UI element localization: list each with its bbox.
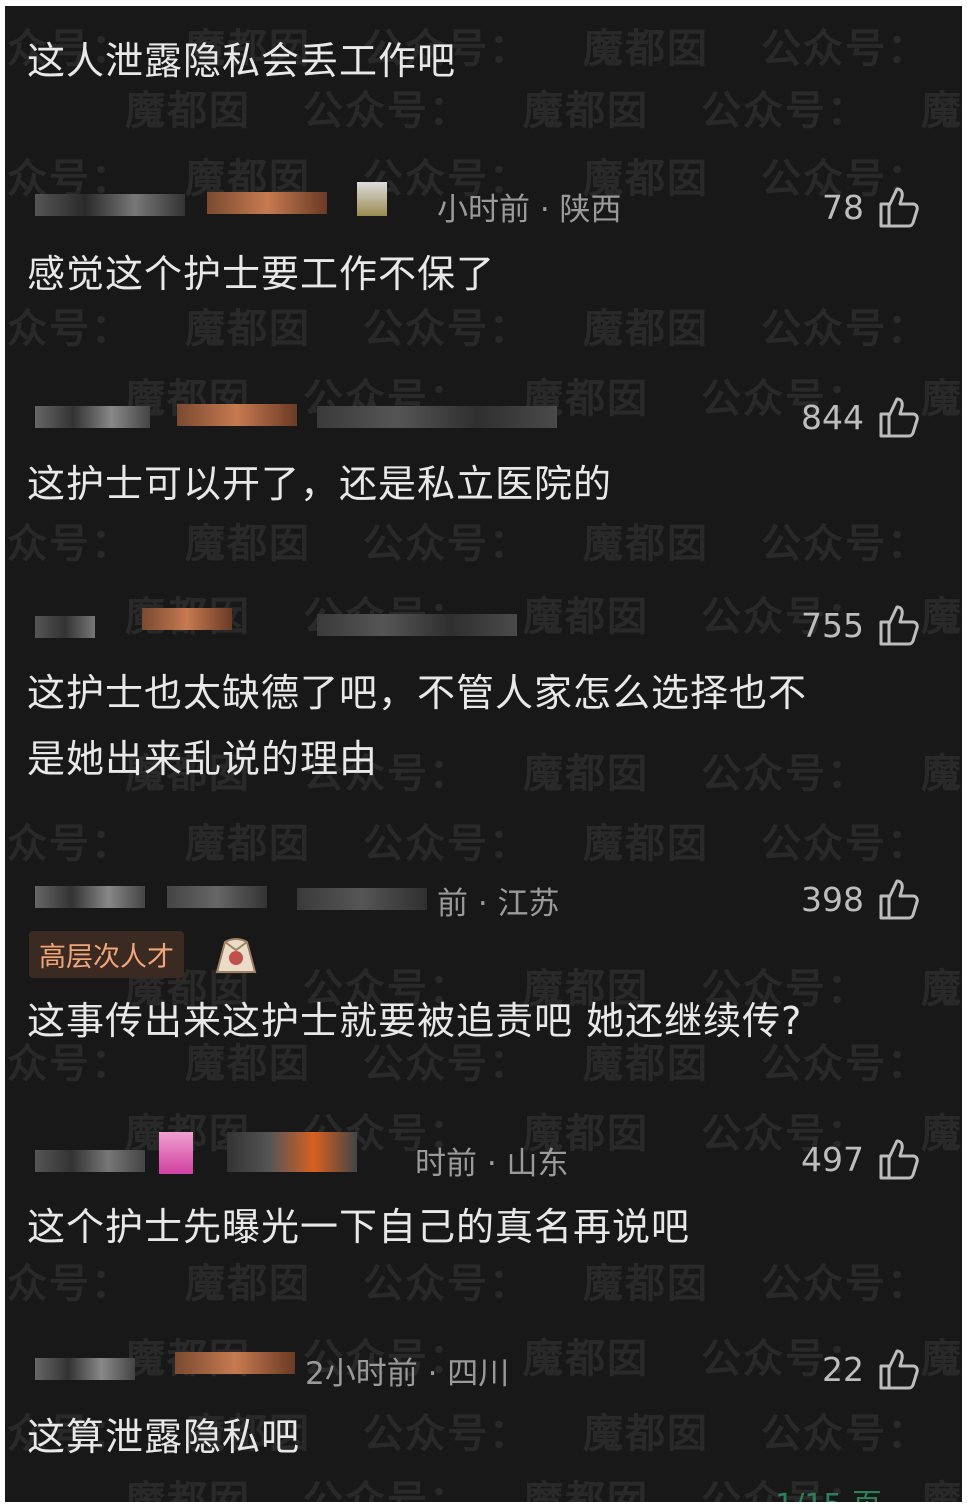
like-button[interactable]: 398 [801, 874, 920, 924]
like-button[interactable]: 22 [822, 1344, 920, 1394]
comment-meta: 前 · 江苏 [27, 872, 727, 922]
comment-meta: 小时前 · 陕西 [27, 178, 727, 228]
comment-time-location: 时前 · 山东 [415, 1146, 569, 1182]
watermark-row: 公众号：魔都囡公众号：魔都囡公众号： [5, 821, 929, 867]
comment-text-line: 是她出来乱说的理由 [27, 737, 379, 781]
blurred-username [35, 406, 150, 428]
blurred-badge [167, 886, 267, 908]
comment-text: 感觉这个护士要工作不保了 [27, 252, 496, 296]
blurred-username [35, 1358, 135, 1380]
like-count: 755 [801, 605, 864, 645]
thumbs-up-icon [878, 603, 920, 647]
comment-text: 这人泄露隐私会丢工作吧 [27, 39, 457, 83]
like-button[interactable]: 78 [822, 182, 920, 232]
blurred-avatar [159, 1132, 193, 1174]
blurred-avatar [357, 182, 387, 216]
user-title-badge: 高层次人才 [29, 931, 184, 978]
blurred-username [35, 886, 145, 908]
like-count: 398 [801, 879, 864, 919]
blurred-badge [207, 192, 327, 214]
comment-time-location: 小时前 · 陕西 [437, 192, 622, 228]
comment-meta [27, 600, 727, 650]
comment-time-location: 前 · 江苏 [437, 886, 560, 922]
thumbs-up-icon [878, 185, 920, 229]
comment-time-location: 2小时前 · 四川 [305, 1356, 510, 1392]
blurred-badge [227, 1132, 357, 1172]
thumbs-up-icon [878, 877, 920, 921]
like-count: 497 [801, 1139, 864, 1179]
page-indicator: 1/15 页 [775, 1480, 882, 1502]
medal-icon [211, 934, 261, 976]
like-button[interactable]: 755 [801, 600, 920, 650]
like-count: 22 [822, 1349, 864, 1389]
comment-screenshot: 公众号：魔都囡公众号：魔都囡公众号： 魔都囡公众号：魔都囡公众号：魔都囡 公众号… [5, 6, 962, 1502]
blurred-badge [177, 404, 297, 426]
blurred-badge [142, 608, 232, 630]
blurred-username [35, 194, 185, 216]
comment-text-line: 这护士也太缺德了吧，不管人家怎么选择也不 [27, 671, 808, 715]
like-count: 844 [801, 397, 864, 437]
like-count: 78 [822, 187, 864, 227]
blurred-username [35, 616, 95, 638]
comment-meta: 时前 · 山东 [27, 1132, 727, 1182]
thumbs-up-icon [878, 395, 920, 439]
comment-text: 这个护士先曝光一下自己的真名再说吧 [27, 1205, 691, 1249]
blurred-time-location [317, 614, 517, 636]
blurred-time-location [317, 406, 557, 428]
watermark-row: 公众号：魔都囡公众号：魔都囡公众号： [5, 521, 929, 567]
comment-text: 这事传出来这护士就要被追责吧 她还继续传? [27, 999, 803, 1043]
comment-meta: 2小时前 · 四川 [27, 1342, 727, 1392]
like-button[interactable]: 497 [801, 1134, 920, 1184]
like-button[interactable]: 844 [801, 392, 920, 442]
thumbs-up-icon [878, 1347, 920, 1391]
blurred-badge [175, 1352, 295, 1374]
blurred-username [35, 1150, 145, 1172]
thumbs-up-icon [878, 1137, 920, 1181]
comment-text: 这护士可以开了，还是私立医院的 [27, 462, 613, 506]
comment-meta [27, 390, 727, 440]
comment-text: 这算泄露隐私吧 [27, 1415, 301, 1459]
blurred-time [297, 888, 427, 910]
